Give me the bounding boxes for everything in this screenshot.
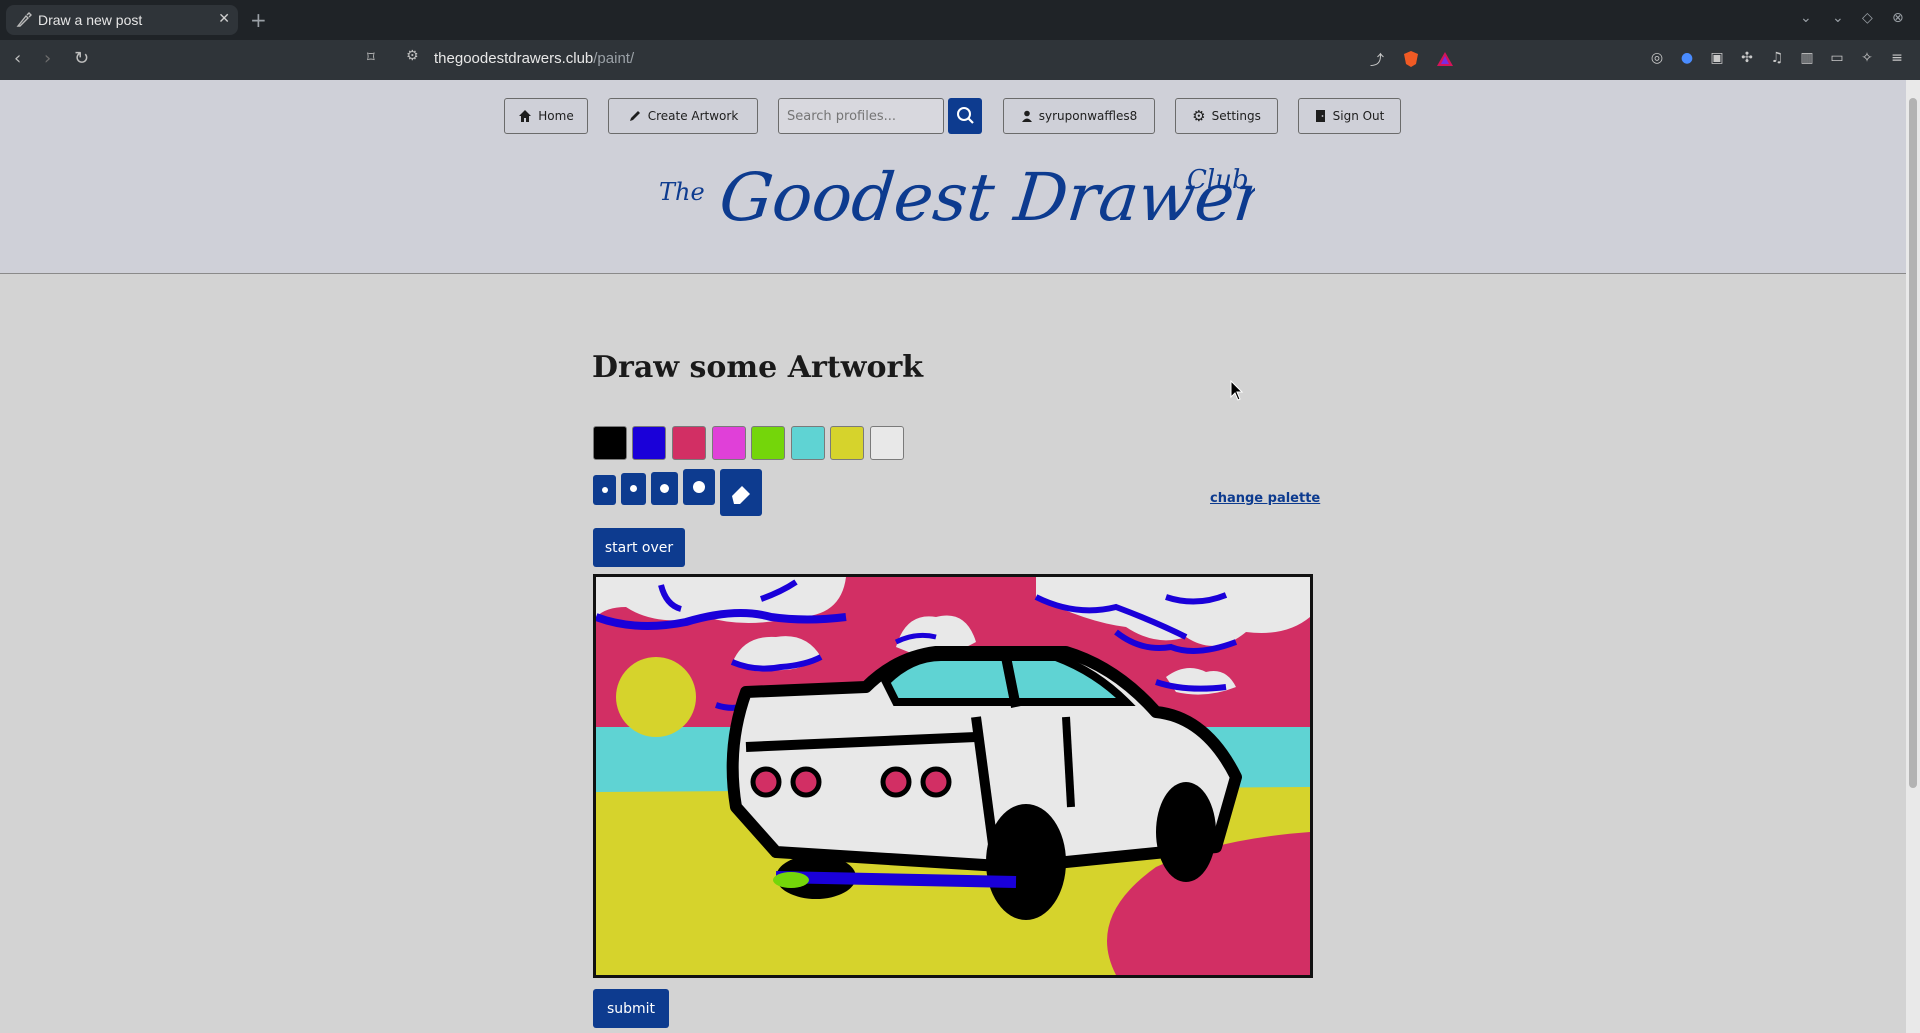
brush-size-3-button[interactable] (651, 472, 678, 505)
create-artwork-label: Create Artwork (647, 109, 739, 123)
pencil-icon (629, 111, 640, 121)
puzzle-icon[interactable]: ✣ (1738, 50, 1756, 68)
username-label: syruponwaffles8 (1038, 109, 1138, 123)
close-window-icon[interactable]: ⊗ (1892, 10, 1904, 26)
door-icon (1315, 110, 1325, 122)
wallet-icon[interactable]: ▭ (1828, 50, 1846, 68)
sign-out-button[interactable]: Sign Out (1298, 98, 1401, 134)
tab-title: Draw a new post (38, 12, 143, 28)
logo-club: Club (1187, 165, 1249, 195)
logo-name: Goodest Drawers (716, 159, 1255, 236)
brush-size-1-button[interactable] (593, 475, 616, 505)
swatch-white[interactable] (870, 426, 904, 460)
swatch-magenta[interactable] (712, 426, 746, 460)
glasses-icon[interactable]: ◎ (1648, 50, 1666, 68)
search-button[interactable] (948, 98, 982, 134)
tab-list-chevron-icon[interactable]: ⌄ (1800, 10, 1812, 26)
scrollbar-thumb[interactable] (1909, 98, 1917, 788)
site-logo[interactable]: The Goodest Drawers Club (655, 150, 1255, 260)
user-icon (1021, 110, 1032, 122)
new-tab-button[interactable]: + (250, 8, 267, 32)
sidebar-icon[interactable]: ▥ (1798, 50, 1816, 68)
brush-dot-icon (660, 484, 669, 493)
start-over-button[interactable]: start over (593, 528, 685, 567)
page-title: Draw some Artwork (592, 350, 924, 385)
page-scrollbar[interactable] (1906, 80, 1920, 1033)
music-icon[interactable]: ♫ (1768, 50, 1786, 68)
brush-dot-icon (602, 487, 608, 493)
create-artwork-button[interactable]: Create Artwork (608, 98, 758, 134)
address-bar: ‹ › ↻ ⌑ ⚙ thegoodestdrawers.club/paint/ … (0, 40, 1920, 80)
search-input[interactable] (778, 98, 944, 134)
extension-k-icon[interactable]: ▣ (1708, 50, 1726, 68)
settings-label: Settings (1211, 109, 1261, 123)
swatch-black[interactable] (593, 426, 627, 460)
site-header: Home Create Artwork syruponwaffles8 ⚙ Se… (0, 80, 1906, 274)
chevron-down-icon[interactable]: ⌄ (1832, 10, 1844, 26)
brush-dot-icon (630, 485, 637, 492)
web-page: Home Create Artwork syruponwaffles8 ⚙ Se… (0, 80, 1906, 1033)
menu-icon[interactable]: ≡ (1888, 50, 1906, 68)
bookmark-icon[interactable]: ⌑ (367, 48, 375, 66)
url-field[interactable]: thegoodestdrawers.club/paint/ (434, 50, 634, 67)
forward-icon[interactable]: › (44, 48, 51, 69)
back-icon[interactable]: ‹ (14, 48, 21, 69)
share-icon[interactable]: ⤴ (1368, 50, 1386, 69)
profile-button[interactable]: syruponwaffles8 (1003, 98, 1155, 134)
gear-icon: ⚙ (1192, 107, 1206, 125)
swatch-blue[interactable] (632, 426, 666, 460)
paint-tab-icon (16, 12, 32, 27)
url-host: thegoodestdrawers.club (434, 50, 594, 67)
submit-button[interactable]: submit (593, 989, 669, 1028)
brush-size-4-button[interactable] (683, 469, 715, 505)
browser-tab[interactable]: Draw a new post ✕ (6, 5, 238, 35)
logo-the: The (659, 178, 705, 206)
swatch-pink[interactable] (672, 426, 706, 460)
extension-s-icon[interactable]: ● (1678, 50, 1696, 68)
sign-out-label: Sign Out (1332, 109, 1385, 123)
site-info-icon[interactable]: ⚙ (406, 48, 419, 64)
brave-rewards-icon[interactable] (1436, 50, 1454, 68)
close-tab-icon[interactable]: ✕ (218, 11, 230, 27)
swatch-cyan[interactable] (791, 426, 825, 460)
home-icon (519, 110, 532, 122)
swatch-yellow[interactable] (830, 426, 864, 460)
reload-icon[interactable]: ↻ (74, 48, 89, 69)
eraser-button[interactable] (720, 469, 762, 516)
swatch-green[interactable] (751, 426, 785, 460)
brave-shield-icon[interactable] (1402, 50, 1420, 68)
search-icon (957, 107, 974, 124)
browser-tab-bar: Draw a new post ✕ + ⌄ ⌄ ◇ ⊗ (0, 0, 1920, 40)
artwork-drawing (596, 577, 1310, 975)
brush-size-2-button[interactable] (621, 473, 646, 505)
home-button[interactable]: Home (504, 98, 588, 134)
mouse-cursor-icon (1230, 380, 1244, 401)
url-path: /paint/ (593, 50, 635, 67)
eraser-icon (732, 486, 750, 504)
sparkle-icon[interactable]: ✧ (1858, 50, 1876, 68)
change-palette-link[interactable]: change palette (1210, 491, 1320, 506)
diamond-icon[interactable]: ◇ (1862, 10, 1873, 26)
drawing-canvas[interactable] (593, 574, 1313, 978)
home-label: Home (538, 109, 574, 123)
settings-button[interactable]: ⚙ Settings (1175, 98, 1278, 134)
brush-dot-icon (693, 481, 705, 493)
